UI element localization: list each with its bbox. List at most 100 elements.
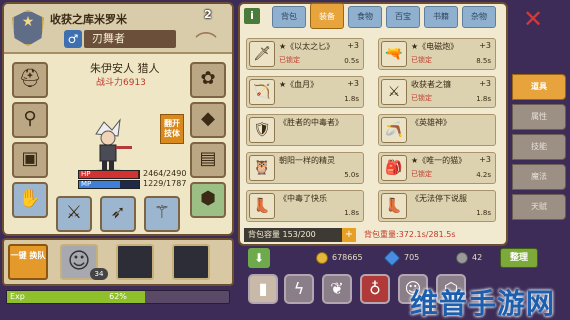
tab-2[interactable]: 食物: [348, 6, 382, 28]
item-icon: 🛡: [249, 117, 275, 143]
item-name: ★《电磁炮》: [411, 42, 459, 51]
item-name: ★《以太之匕》: [279, 42, 335, 51]
side-tab-4[interactable]: 天赋: [512, 194, 566, 220]
level-badge: 34: [90, 268, 108, 280]
side-tab-0[interactable]: 道具: [512, 74, 566, 100]
equip-slot-cloak[interactable]: ◆: [190, 102, 226, 138]
tab-0[interactable]: 背包: [272, 6, 306, 28]
character-name: 刃舞者: [84, 30, 176, 48]
exp-percent: 62%: [109, 292, 127, 301]
recruit-skill-tag[interactable]: 翻开 技体: [160, 114, 184, 144]
one-click-team-button[interactable]: 一键 换队: [8, 244, 48, 280]
equip-slot-weapon-2[interactable]: ➶: [100, 196, 136, 232]
item-time: 0.5s: [344, 57, 359, 65]
gem-icon: [383, 249, 401, 267]
equip-slot-helmet[interactable]: ⛑: [12, 62, 48, 98]
item-icon: 🔫: [381, 41, 407, 67]
gold-coin-icon: [316, 252, 328, 264]
bag-capacity: 背包容量 153/200: [244, 228, 344, 242]
equip-slot-weapon-1[interactable]: ⚔: [56, 196, 92, 232]
item-enhance-level: +3: [347, 79, 359, 88]
item-icon: 🗡: [249, 41, 275, 67]
expand-bag-button[interactable]: +: [342, 228, 356, 242]
list-item[interactable]: 👢 《中毒了快乐 1.8s: [246, 190, 364, 222]
equip-slot-weapon-3[interactable]: ⚚: [144, 196, 180, 232]
side-tab-3[interactable]: 魔法: [512, 164, 566, 190]
item-locked-status: 已锁定: [279, 56, 300, 64]
tab-5[interactable]: 杂物: [462, 6, 496, 28]
list-item[interactable]: 🔫 ★《电磁炮》 +3 已锁定 8.5s: [378, 38, 496, 70]
character-title: 收获之库米罗米: [50, 13, 127, 26]
close-button[interactable]: ✕: [520, 6, 546, 32]
lightning-icon[interactable]: ϟ: [284, 274, 314, 304]
side-tab-2[interactable]: 技能: [512, 134, 566, 160]
silver-amount: 42: [472, 253, 483, 262]
equip-slot-gloves[interactable]: ✋: [12, 182, 48, 218]
download-icon[interactable]: ⬇: [248, 248, 270, 268]
character-panel: ★ 收获之库米罗米 ♂ 刃舞者 ⌒ 2 朱伊安人 猎人 战斗力6913 ⛑ ⚲ …: [2, 2, 234, 236]
item-icon: 🎒: [381, 155, 407, 181]
item-time: 4.2s: [476, 171, 491, 179]
equip-slot-armor[interactable]: ▣: [12, 142, 48, 178]
mp-value: 1229/1787: [143, 179, 187, 188]
item-name: ★《血月》: [279, 80, 319, 89]
claw-icon: ⚚: [153, 202, 171, 223]
sort-button[interactable]: 整理: [500, 248, 538, 268]
amulet-icon: ⚲: [23, 108, 37, 129]
item-icon: 👢: [381, 193, 407, 219]
item-time: 1.8s: [344, 95, 359, 103]
item-time: 5.0s: [344, 171, 359, 179]
list-item[interactable]: 🗡 ★《以太之匕》 +3 已锁定 0.5s: [246, 38, 364, 70]
tab-1[interactable]: 装备: [310, 3, 344, 29]
ring-icon: ✿: [200, 68, 216, 89]
page-number: 2: [204, 8, 212, 21]
gender-male-icon: ♂: [64, 30, 82, 48]
mp-label: MP: [81, 180, 92, 188]
emblem-star-icon: ★: [21, 14, 35, 30]
helmet-icon: ⛑: [18, 68, 42, 89]
potion-icon[interactable]: ♁: [360, 274, 390, 304]
equip-slot-belt[interactable]: ▤: [190, 142, 226, 178]
wardrobe-hanger-icon[interactable]: ⌒: [186, 26, 226, 57]
list-item[interactable]: 🪃 《英雄神》: [378, 114, 496, 146]
info-icon[interactable]: i: [244, 8, 260, 24]
equip-slot-amulet[interactable]: ⚲: [12, 102, 48, 138]
item-name: 《胜者的中毒者》: [279, 118, 343, 127]
silver-coin-icon: [456, 252, 468, 264]
team-slot-2[interactable]: [116, 244, 154, 280]
gem-amount: 705: [404, 253, 420, 262]
item-name: 《中毒了快乐: [279, 194, 327, 203]
boots-icon: ⬢: [200, 188, 216, 209]
tab-4[interactable]: 书籍: [424, 6, 458, 28]
side-tab-1[interactable]: 属性: [512, 104, 566, 130]
belt-icon: ▤: [199, 148, 217, 169]
list-item[interactable]: 🦉 朝阳一样的精灵 5.0s: [246, 152, 364, 184]
character-class: 朱伊安人 猎人: [90, 62, 160, 75]
item-name: 朝阳一样的精灵: [279, 156, 335, 165]
team-slot-3[interactable]: [172, 244, 210, 280]
list-item[interactable]: 👢 《无法停下说服 1.8s: [378, 190, 496, 222]
item-time: 8.5s: [476, 57, 491, 65]
item-locked-status: 已锁定: [411, 94, 432, 102]
item-icon: ⚔: [381, 79, 407, 105]
leaf-icon[interactable]: ❦: [322, 274, 352, 304]
list-item[interactable]: 🛡 《胜者的中毒者》: [246, 114, 364, 146]
item-name: ★《唯一的猫》: [411, 156, 467, 165]
equip-slot-boots[interactable]: ⬢: [190, 182, 226, 218]
item-name: 《无法停下说服: [411, 194, 467, 203]
hp-value: 2464/2490: [143, 169, 187, 178]
item-time: 1.8s: [476, 209, 491, 217]
list-item[interactable]: ⚔ 收获者之镰 +3 已锁定 1.8s: [378, 76, 496, 108]
item-icon: 🪃: [381, 117, 407, 143]
list-item[interactable]: 🏹 ★《血月》 +3 1.8s: [246, 76, 364, 108]
item-name: 《英雄神》: [411, 118, 451, 127]
item-icon: 🏹: [249, 79, 275, 105]
cloak-icon: ◆: [201, 108, 215, 129]
hp-label: HP: [81, 170, 91, 178]
item-time: 1.8s: [344, 209, 359, 217]
spear-icon: ➶: [110, 202, 126, 223]
list-item[interactable]: 🎒 ★《唯一的猫》 +3 已锁定 4.2s: [378, 152, 496, 184]
tab-3[interactable]: 百宝: [386, 6, 420, 28]
equip-slot-ring[interactable]: ✿: [190, 62, 226, 98]
battery-icon[interactable]: ▮: [248, 274, 278, 304]
